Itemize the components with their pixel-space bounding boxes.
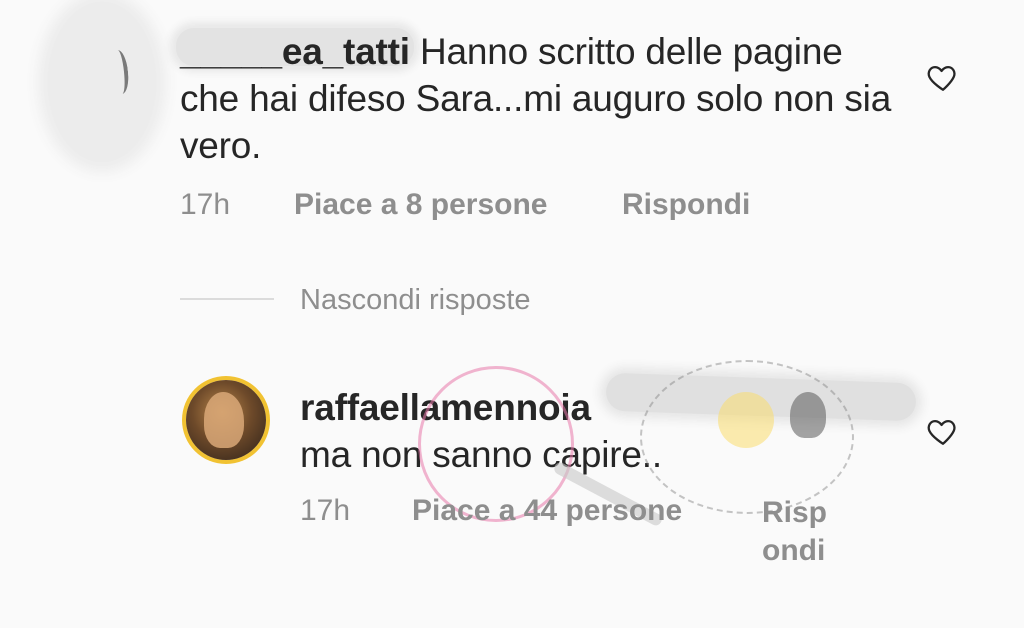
avatar[interactable] <box>186 380 266 460</box>
replies-divider <box>180 298 274 300</box>
likes-count-link[interactable]: Piace a 44 persone <box>412 494 682 528</box>
hide-replies-button[interactable]: Nascondi risposte <box>300 284 531 317</box>
avatar-redacted[interactable] <box>48 2 156 162</box>
avatar-mark <box>109 49 131 95</box>
reply-button[interactable]: Rispondi <box>622 188 750 222</box>
reply-label-part2: ondi <box>762 534 826 567</box>
avatar-photo <box>204 392 244 448</box>
reply-button[interactable]: Risp ondi <box>762 494 827 570</box>
comment-username[interactable]: _____ea_tatti <box>180 31 410 72</box>
comment-body: _____ea_tatti Hanno scritto delle pagine… <box>180 28 900 169</box>
reply-time: 17h <box>300 494 351 527</box>
comment-time: 17h <box>180 188 231 221</box>
reply-label-part1: Risp <box>762 496 828 529</box>
heart-icon[interactable] <box>926 414 960 448</box>
likes-count-link[interactable]: Piace a 8 persone <box>294 188 547 222</box>
heart-icon[interactable] <box>926 60 960 94</box>
watermark-cartoon-icon <box>718 392 774 448</box>
watermark-cartoon-icon <box>790 392 826 438</box>
